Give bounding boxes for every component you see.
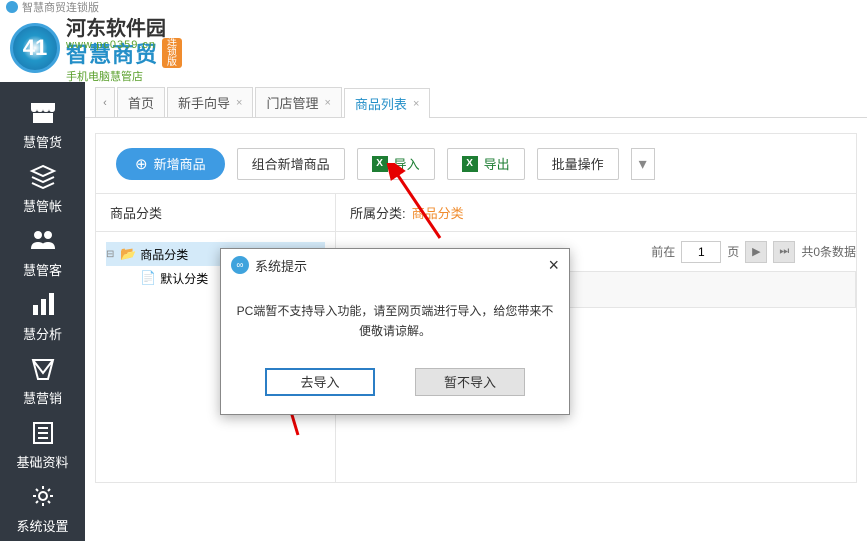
dialog-icon: ∞ xyxy=(231,256,249,274)
sidebar-item-label: 基础资料 xyxy=(16,452,68,471)
sidebar-item-label: 慧管帐 xyxy=(23,196,62,215)
tab-bar: ‹ 首页 新手向导 × 门店管理 × 商品列表 × xyxy=(85,82,867,118)
combo-add-button[interactable]: 组合新增商品 xyxy=(237,148,345,180)
pager-label: 前在 xyxy=(651,243,675,260)
app-header: 41 河东软件园 智慧商贸 连锁版 手机电脑慧管店 www.pc0359.cn xyxy=(0,14,867,82)
button-label: 导入 xyxy=(394,154,420,173)
dialog-message: PC端暂不支持导入功能，请至网页端进行导入，给您带来不便敬请谅解。 xyxy=(221,281,569,358)
sidebar-item-label: 慧管货 xyxy=(23,132,62,151)
dialog-title: 系统提示 xyxy=(255,256,307,275)
tab-stores[interactable]: 门店管理 × xyxy=(255,87,341,117)
batch-dropdown[interactable]: ▾ xyxy=(631,148,655,180)
page-input[interactable] xyxy=(681,241,721,263)
add-product-button[interactable]: ⊕ 新增商品 xyxy=(116,148,225,180)
cancel-import-button[interactable]: 暂不导入 xyxy=(415,368,525,396)
tab-products[interactable]: 商品列表 × xyxy=(344,88,430,118)
tree-label: 商品分类 xyxy=(140,246,188,263)
sidebar-item-label: 慧分析 xyxy=(23,324,62,343)
ledger-icon xyxy=(27,162,59,190)
sidebar-item-settings[interactable]: 系统设置 xyxy=(0,477,85,541)
category-value: 商品分类 xyxy=(412,203,464,222)
pager-last-button[interactable]: ⏭ xyxy=(773,241,795,263)
sidebar-item-label: 系统设置 xyxy=(16,516,68,535)
sidebar-item-data[interactable]: 基础资料 xyxy=(0,413,85,477)
storefront-icon xyxy=(27,98,59,126)
export-button[interactable]: X 导出 xyxy=(447,148,525,180)
system-dialog: ∞ 系统提示 × PC端暂不支持导入功能，请至网页端进行导入，给您带来不便敬请谅… xyxy=(220,248,570,415)
gear-icon xyxy=(27,482,59,510)
batch-button[interactable]: 批量操作 xyxy=(537,148,619,180)
sidebar-item-goods[interactable]: 慧管货 xyxy=(0,92,85,156)
tab-label: 首页 xyxy=(128,93,154,112)
sidebar-item-customers[interactable]: 慧管客 xyxy=(0,220,85,284)
dialog-footer: 去导入 暂不导入 xyxy=(221,358,569,414)
file-icon: 📄 xyxy=(140,270,156,286)
close-icon[interactable]: × xyxy=(413,98,419,110)
logo-icon: 41 xyxy=(10,23,60,73)
button-label: 导出 xyxy=(484,154,510,173)
sidebar-item-marketing[interactable]: 慧营销 xyxy=(0,349,85,413)
tab-label: 新手向导 xyxy=(178,93,230,112)
data-icon xyxy=(27,418,59,446)
button-label: 组合新增商品 xyxy=(252,154,330,173)
analytics-icon xyxy=(27,290,59,318)
logo-url: www.pc0359.cn xyxy=(66,39,156,51)
pager-next-button[interactable]: ▶ xyxy=(745,241,767,263)
category-path: 所属分类: 商品分类 xyxy=(336,194,856,232)
button-label: 新增商品 xyxy=(154,154,206,173)
collapse-icon[interactable]: ⊟ xyxy=(106,249,116,260)
dialog-titlebar: ∞ 系统提示 × xyxy=(221,249,569,281)
tab-back-button[interactable]: ‹ xyxy=(95,87,115,117)
customers-icon xyxy=(27,226,59,254)
marketing-icon xyxy=(27,354,59,382)
close-button[interactable]: × xyxy=(548,255,559,276)
plus-icon: ⊕ xyxy=(135,155,148,173)
sidebar: 慧管货 慧管帐 慧管客 慧分析 慧营销 xyxy=(0,82,85,541)
tab-label: 门店管理 xyxy=(266,93,318,112)
sidebar-item-analytics[interactable]: 慧分析 xyxy=(0,284,85,348)
close-icon[interactable]: × xyxy=(324,97,330,109)
tab-guide[interactable]: 新手向导 × xyxy=(167,87,253,117)
folder-open-icon: 📂 xyxy=(120,246,136,262)
import-button[interactable]: X 导入 xyxy=(357,148,435,180)
excel-icon: X xyxy=(372,156,388,172)
pager-page-label: 页 xyxy=(727,243,739,260)
toolbar: ⊕ 新增商品 组合新增商品 X 导入 X 导出 批量操作 ▾ xyxy=(95,133,857,193)
tab-home[interactable]: 首页 xyxy=(117,87,165,117)
pager-total: 共0条数据 xyxy=(801,243,856,260)
panel-title: 商品分类 xyxy=(96,194,335,232)
edition-badge: 连锁版 xyxy=(162,38,182,68)
sidebar-item-label: 慧管客 xyxy=(23,260,62,279)
sidebar-item-ledger[interactable]: 慧管帐 xyxy=(0,156,85,220)
logo-subtitle: 手机电脑慧管店 xyxy=(66,71,143,83)
tab-label: 商品列表 xyxy=(355,94,407,113)
close-icon[interactable]: × xyxy=(236,97,242,109)
button-label: 批量操作 xyxy=(552,154,604,173)
logo: 41 河东软件园 智慧商贸 连锁版 手机电脑慧管店 www.pc0359.cn xyxy=(10,12,182,85)
logo-title: 河东软件园 xyxy=(66,18,166,40)
tree-label: 默认分类 xyxy=(160,270,208,287)
go-import-button[interactable]: 去导入 xyxy=(265,368,375,396)
excel-icon: X xyxy=(462,156,478,172)
sidebar-item-label: 慧营销 xyxy=(23,388,62,407)
category-label: 所属分类: xyxy=(350,203,406,222)
